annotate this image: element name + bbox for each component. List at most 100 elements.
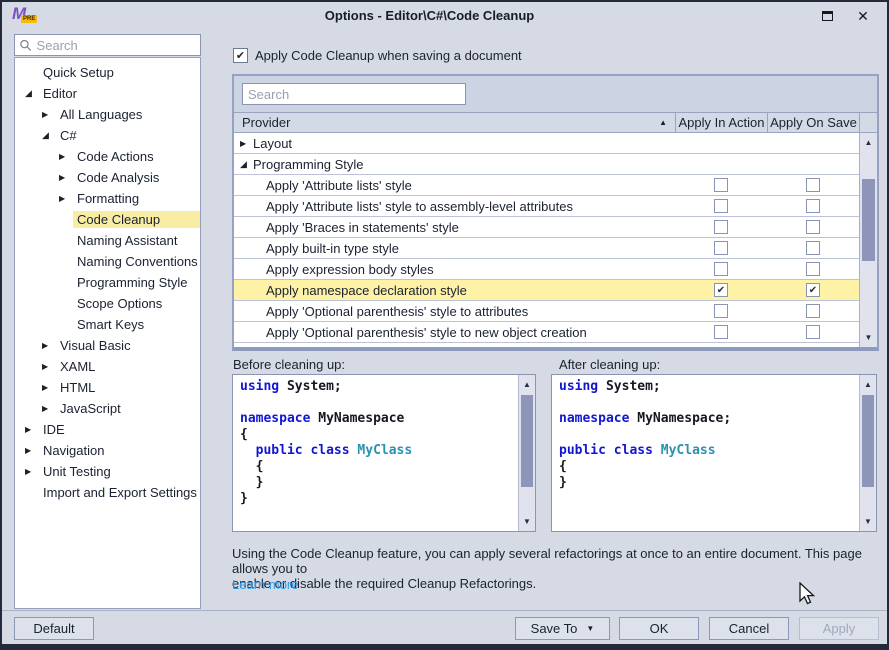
- ok-button[interactable]: OK: [619, 617, 699, 640]
- collapsed-arrow-icon[interactable]: ▶: [42, 341, 56, 350]
- cancel-button[interactable]: Cancel: [709, 617, 789, 640]
- apply-on-save-checkbox[interactable]: [806, 304, 820, 318]
- sidebar-item-label: XAML: [56, 358, 99, 375]
- collapsed-arrow-icon[interactable]: ▶: [59, 194, 73, 203]
- collapsed-arrow-icon[interactable]: ▶: [42, 362, 56, 371]
- expanded-arrow-icon[interactable]: ◢: [25, 88, 39, 99]
- apply-in-action-checkbox[interactable]: [714, 178, 728, 192]
- apply-on-save-checkbox[interactable]: [806, 220, 820, 234]
- sidebar-search-input[interactable]: [37, 38, 200, 53]
- sidebar-item-all-languages[interactable]: ▶All Languages: [15, 104, 200, 125]
- sidebar-item-import-and-export-settings[interactable]: Import and Export Settings: [15, 482, 200, 503]
- code-line: using System;: [240, 379, 511, 395]
- provider-row-apply-attribute-lists-style[interactable]: Apply 'Attribute lists' style: [234, 175, 859, 196]
- scroll-down-icon[interactable]: ▼: [519, 517, 535, 526]
- expanded-arrow-icon[interactable]: ◢: [240, 159, 253, 170]
- collapsed-arrow-icon[interactable]: ▶: [59, 173, 73, 182]
- settings-tree: Quick Setup◢Editor▶All Languages◢C#▶Code…: [14, 57, 201, 609]
- apply-on-save-checkbox[interactable]: [806, 241, 820, 255]
- apply-code-cleanup-checkbox[interactable]: ✔: [233, 48, 248, 63]
- apply-in-action-checkbox[interactable]: [714, 325, 728, 339]
- scroll-down-icon[interactable]: ▼: [860, 517, 876, 526]
- code-line: namespace MyNamespace: [240, 411, 511, 427]
- provider-row-apply-attribute-lists-style-to-assembly-level-attributes[interactable]: Apply 'Attribute lists' style to assembl…: [234, 196, 859, 217]
- before-code-scrollbar[interactable]: ▲ ▼: [518, 375, 535, 531]
- scroll-down-icon[interactable]: ▼: [860, 333, 877, 342]
- collapsed-arrow-icon[interactable]: ▶: [42, 404, 56, 413]
- column-header-provider[interactable]: Provider ▲: [234, 113, 675, 132]
- sidebar-item-code-analysis[interactable]: ▶Code Analysis: [15, 167, 200, 188]
- sidebar-item-quick-setup[interactable]: Quick Setup: [15, 62, 200, 83]
- scrollbar-thumb[interactable]: [862, 179, 875, 261]
- sidebar-item-programming-style[interactable]: Programming Style: [15, 272, 200, 293]
- sidebar-item-ide[interactable]: ▶IDE: [15, 419, 200, 440]
- maximize-button[interactable]: [809, 2, 845, 29]
- save-to-button[interactable]: Save To ▼: [515, 617, 610, 640]
- sidebar-item-html[interactable]: ▶HTML: [15, 377, 200, 398]
- preview-badge: PRE: [21, 15, 37, 23]
- sidebar-item-visual-basic[interactable]: ▶Visual Basic: [15, 335, 200, 356]
- sidebar-item-code-cleanup[interactable]: Code Cleanup: [15, 209, 200, 230]
- sidebar-item-unit-testing[interactable]: ▶Unit Testing: [15, 461, 200, 482]
- scroll-up-icon[interactable]: ▲: [860, 380, 876, 389]
- expanded-arrow-icon[interactable]: ◢: [42, 130, 56, 141]
- table-scrollbar[interactable]: ▲ ▼: [859, 133, 877, 347]
- column-header-apply-on-save[interactable]: Apply On Save: [767, 113, 859, 132]
- sidebar-item-naming-conventions[interactable]: Naming Conventions: [15, 251, 200, 272]
- apply-in-action-checkbox[interactable]: [714, 241, 728, 255]
- apply-in-action-checkbox[interactable]: [714, 262, 728, 276]
- sidebar-item-smart-keys[interactable]: Smart Keys: [15, 314, 200, 335]
- provider-row-apply-optional-parenthesis-style-to-attributes[interactable]: Apply 'Optional parenthesis' style to at…: [234, 301, 859, 322]
- after-code-scrollbar[interactable]: ▲ ▼: [859, 375, 876, 531]
- apply-on-save-checkbox[interactable]: [806, 178, 820, 192]
- apply-in-action-checkbox[interactable]: [714, 199, 728, 213]
- column-header-apply-in-action[interactable]: Apply In Action: [675, 113, 767, 132]
- provider-row-programming-style[interactable]: ◢Programming Style: [234, 154, 859, 175]
- provider-row-layout[interactable]: ▶Layout: [234, 133, 859, 154]
- default-button[interactable]: Default: [14, 617, 94, 640]
- provider-search-input[interactable]: [248, 87, 465, 102]
- apply-on-save-checkbox[interactable]: [806, 325, 820, 339]
- provider-row-apply-built-in-type-style[interactable]: Apply built-in type style: [234, 238, 859, 259]
- apply-in-action-checkbox[interactable]: [714, 220, 728, 234]
- close-button[interactable]: ✕: [845, 2, 881, 29]
- apply-in-action-checkbox[interactable]: ✔: [714, 283, 728, 297]
- collapsed-arrow-icon[interactable]: ▶: [42, 110, 56, 119]
- sidebar-item-code-actions[interactable]: ▶Code Actions: [15, 146, 200, 167]
- provider-row-apply-namespace-declaration-style[interactable]: Apply namespace declaration style✔✔: [234, 280, 859, 301]
- sidebar-item-scope-options[interactable]: Scope Options: [15, 293, 200, 314]
- sidebar-item-formatting[interactable]: ▶Formatting: [15, 188, 200, 209]
- sidebar-item-c[interactable]: ◢C#: [15, 125, 200, 146]
- provider-row-apply-expression-body-styles[interactable]: Apply expression body styles: [234, 259, 859, 280]
- collapsed-arrow-icon[interactable]: ▶: [59, 152, 73, 161]
- apply-in-action-checkbox-cell: [675, 220, 767, 234]
- collapsed-arrow-icon[interactable]: ▶: [25, 446, 39, 455]
- code-line: using System;: [559, 379, 852, 395]
- apply-on-save-checkbox[interactable]: [806, 262, 820, 276]
- apply-on-save-checkbox-cell: [767, 325, 859, 339]
- provider-row-apply-optional-parenthesis-style-to-new-object-creation[interactable]: Apply 'Optional parenthesis' style to ne…: [234, 322, 859, 343]
- provider-row-apply-braces-in-statements-style[interactable]: Apply 'Braces in statements' style: [234, 217, 859, 238]
- apply-on-save-checkbox[interactable]: [806, 199, 820, 213]
- provider-search[interactable]: [242, 83, 466, 105]
- apply-on-save-checkbox[interactable]: ✔: [806, 283, 820, 297]
- collapsed-arrow-icon[interactable]: ▶: [25, 467, 39, 476]
- apply-in-action-checkbox[interactable]: [714, 304, 728, 318]
- scroll-up-icon[interactable]: ▲: [519, 380, 535, 389]
- collapsed-arrow-icon[interactable]: ▶: [42, 383, 56, 392]
- apply-on-save-setting[interactable]: ✔ Apply Code Cleanup when saving a docum…: [233, 48, 522, 63]
- scroll-up-icon[interactable]: ▲: [860, 138, 877, 147]
- sidebar-item-naming-assistant[interactable]: Naming Assistant: [15, 230, 200, 251]
- code-line: }: [240, 491, 511, 507]
- sidebar-search[interactable]: [14, 34, 201, 56]
- sidebar-item-javascript[interactable]: ▶JavaScript: [15, 398, 200, 419]
- learn-more-link[interactable]: Learn more: [232, 577, 298, 592]
- sidebar-item-navigation[interactable]: ▶Navigation: [15, 440, 200, 461]
- scrollbar-thumb[interactable]: [862, 395, 874, 487]
- collapsed-arrow-icon[interactable]: ▶: [240, 139, 253, 148]
- collapsed-arrow-icon[interactable]: ▶: [25, 425, 39, 434]
- header-scrollbar-gutter: [859, 113, 877, 132]
- sidebar-item-xaml[interactable]: ▶XAML: [15, 356, 200, 377]
- sidebar-item-editor[interactable]: ◢Editor: [15, 83, 200, 104]
- scrollbar-thumb[interactable]: [521, 395, 533, 487]
